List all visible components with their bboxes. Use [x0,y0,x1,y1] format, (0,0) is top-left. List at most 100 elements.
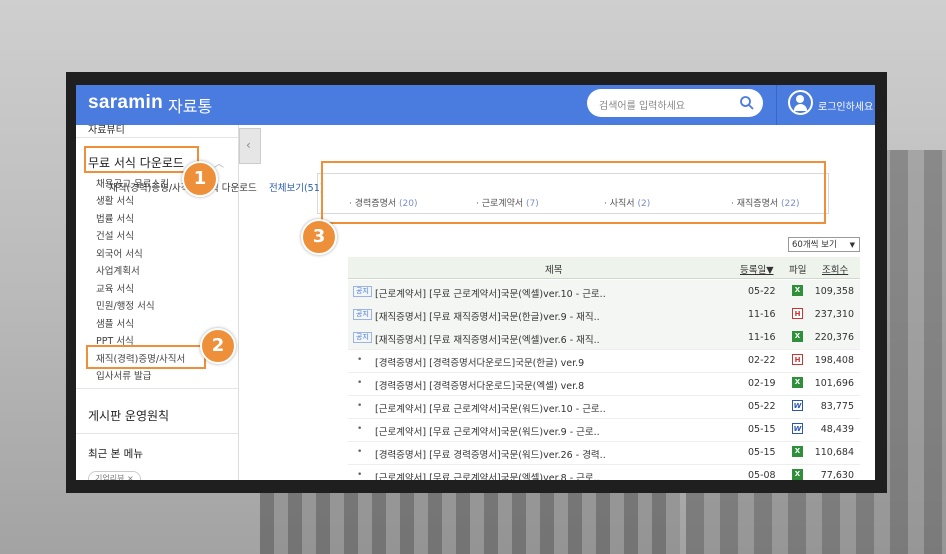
chevron-up-icon[interactable]: ︿ [214,155,224,170]
word-file-icon[interactable]: W [792,400,803,411]
view-all-link[interactable]: 전체보기(51) [269,180,323,194]
row-title-link[interactable]: [근로계약서] [무료 근로계약서]국문(엑셀)ver.10 - 근로.. [375,286,606,300]
screenshot-frame: saramin 자료통 검색어를 입력하세요 로그인하세요 자료뷰티 무료 서식… [66,72,887,493]
row-date: 05-08 [748,470,776,480]
header-divider [776,85,777,125]
sidebar-item[interactable]: 사업계획서 [96,263,140,277]
per-page-select[interactable]: 60개씩 보기 ▼ [788,237,860,252]
excel-file-icon[interactable]: X [792,331,803,342]
row-date: 05-15 [748,447,776,458]
excel-file-icon[interactable]: X [792,469,803,480]
table-row[interactable]: • [경력증명서] [경력증명서다운로드]국문(한글) ver.9 02-22 H 19… [348,349,860,373]
table-row[interactable]: • [경력증명서] [무료 경력증명서]국문(워드)ver.26 - 경력.. 05… [348,441,860,465]
notice-badge: 공지 [353,309,372,320]
notice-badge: 공지 [353,286,372,297]
word-file-icon[interactable]: W [792,423,803,434]
bullet-icon: • [357,470,363,480]
top-bar: saramin 자료통 검색어를 입력하세요 로그인하세요 [76,85,875,125]
annotation-badge-3: 3 [301,219,337,255]
row-views: 109,358 [814,286,854,297]
hwp-file-icon[interactable]: H [792,354,803,365]
column-views-sort[interactable]: 조회수 [822,262,848,276]
sidebar-item[interactable]: 민원/행정 서식 [96,298,155,312]
row-date: 05-15 [748,424,776,435]
row-title-link[interactable]: [경력증명서] [무료 경력증명서]국문(워드)ver.26 - 경력.. [375,447,606,461]
row-date: 05-22 [748,286,776,297]
notice-badge: 공지 [353,332,372,343]
row-views: 220,376 [814,332,854,343]
hwp-file-icon[interactable]: H [792,308,803,319]
row-title-link[interactable]: [재직증명서] [무료 재직증명서]국문(엑셀)ver.6 - 재직.. [375,332,600,346]
sidebar-top-item[interactable]: 자료뷰티 [88,121,125,136]
sidebar-item[interactable]: 생활 서식 [96,193,134,207]
row-title-link[interactable]: [경력증명서] [경력증명서다운로드]국문(엑셀) ver.8 [375,378,584,392]
background-building-lower [260,484,680,554]
row-date: 11-16 [748,332,776,343]
search-placeholder: 검색어를 입력하세요 [599,101,685,112]
column-title: 제목 [545,265,563,276]
excel-file-icon[interactable]: X [792,446,803,457]
search-input[interactable]: 검색어를 입력하세요 [587,89,763,117]
excel-file-icon[interactable]: X [792,377,803,388]
sidebar-item[interactable]: 외국어 서식 [96,246,143,260]
table-row[interactable]: 공지 [재직증명서] [무료 재직증명서]국문(엑셀)ver.6 - 재직.. 11… [348,326,860,350]
row-date: 11-16 [748,309,776,320]
per-page-value: 60개씩 보기 [792,240,837,250]
sidebar-divider [76,433,238,434]
recent-menu-tag[interactable]: 기업리뷰 × [88,471,141,480]
annotation-badge-1: 1 [182,161,218,197]
search-icon[interactable] [739,95,755,111]
column-date-sort[interactable]: 등록일▼ [740,262,774,276]
row-title-link[interactable]: [근로계약서] [무료 근로계약서]국문(엑셀)ver.8 - 근로.. [375,470,600,480]
sidebar-collapse-button[interactable]: ‹ [239,128,261,164]
bullet-icon: • [357,378,363,388]
table-row[interactable]: • [경력증명서] [경력증명서다운로드]국문(엑셀) ver.8 02-19 X 10… [348,372,860,396]
row-title-link[interactable]: [근로계약서] [무료 근로계약서]국문(워드)ver.9 - 근로.. [375,424,600,438]
row-title-link[interactable]: [경력증명서] [경력증명서다운로드]국문(한글) ver.9 [375,355,584,369]
recent-menu-title: 최근 본 메뉴 [88,448,143,460]
chevron-left-icon: ‹ [246,138,251,152]
sidebar-item[interactable]: 법률 서식 [96,211,134,225]
bullet-icon: • [357,355,363,365]
row-views: 77,630 [820,470,854,480]
row-date: 02-19 [748,378,776,389]
saramin-logo[interactable]: saramin [88,92,163,114]
login-link[interactable]: 로그인하세요 [818,98,873,113]
row-views: 198,408 [814,355,854,366]
annotation-box-2 [86,345,206,369]
browser-screen: saramin 자료통 검색어를 입력하세요 로그인하세요 자료뷰티 무료 서식… [76,85,875,480]
sidebar-item[interactable]: 교육 서식 [96,281,134,295]
table-row[interactable]: • [근로계약서] [무료 근로계약서]국문(워드)ver.10 - 근로.. 05… [348,395,860,419]
sidebar-item[interactable]: 건설 서식 [96,228,134,242]
table-row[interactable]: 공지 [재직증명서] [무료 재직증명서]국문(한글)ver.9 - 재직.. 11… [348,303,860,327]
row-date: 05-22 [748,401,776,412]
column-file: 파일 [789,265,807,276]
sidebar-divider [76,137,238,138]
board-rules-link[interactable]: 게시판 운영원칙 [88,407,169,424]
row-views: 237,310 [814,309,854,320]
annotation-badge-2: 2 [200,328,236,364]
table-row[interactable]: 공지 [근로계약서] [무료 근로계약서]국문(엑셀)ver.10 - 근로.. 0… [348,280,860,304]
row-views: 83,775 [820,401,854,412]
bullet-icon: • [357,424,363,434]
table-row[interactable]: • [근로계약서] [무료 근로계약서]국문(엑셀)ver.8 - 근로.. 05-… [348,464,860,480]
bullet-icon: • [357,447,363,457]
table-header [348,257,860,279]
annotation-box-1 [84,146,199,173]
excel-file-icon[interactable]: X [792,285,803,296]
row-title-link[interactable]: [재직증명서] [무료 재직증명서]국문(한글)ver.9 - 재직.. [375,309,600,323]
row-views: 110,684 [814,447,854,458]
bullet-icon: • [357,401,363,411]
sidebar-item[interactable]: 샘플 서식 [96,316,134,330]
sidebar-divider [76,388,238,389]
row-date: 02-22 [748,355,776,366]
logo-subtitle[interactable]: 자료통 [168,93,212,117]
dropdown-arrow-icon: ▼ [849,241,855,249]
row-views: 101,696 [814,378,854,389]
sidebar-item[interactable]: 입사서류 발급 [96,368,151,382]
annotation-box-3 [321,161,826,224]
table-row[interactable]: • [근로계약서] [무료 근로계약서]국문(워드)ver.9 - 근로.. 05-… [348,418,860,442]
row-title-link[interactable]: [근로계약서] [무료 근로계약서]국문(워드)ver.10 - 근로.. [375,401,606,415]
row-views: 48,439 [820,424,854,435]
user-icon[interactable] [788,90,813,115]
